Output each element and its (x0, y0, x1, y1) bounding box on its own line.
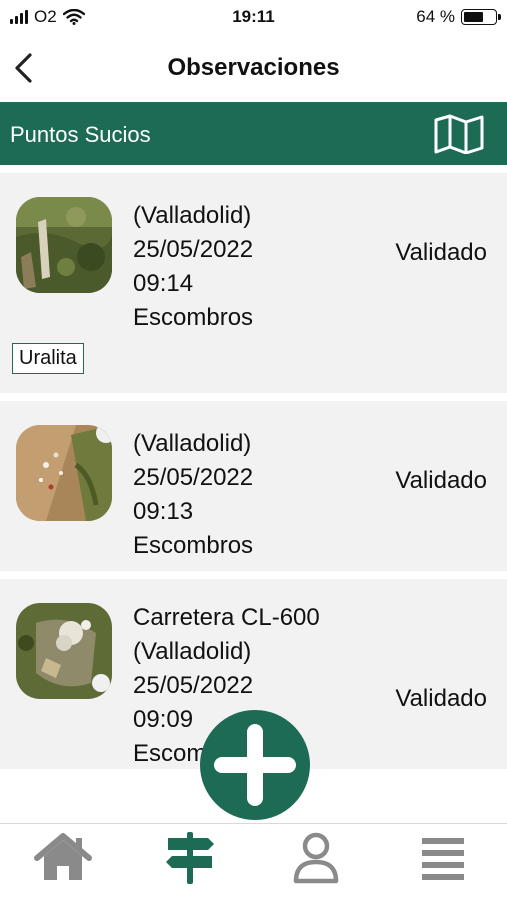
section-header: Puntos Sucios (0, 102, 507, 165)
user-icon (293, 832, 339, 884)
status-right: 64 % (416, 7, 501, 27)
observation-category: Escombros (133, 532, 254, 559)
menu-icon (422, 838, 464, 880)
observation-location: Carretera CL-600 (133, 604, 320, 631)
bottom-tab-bar (0, 823, 507, 901)
tab-home[interactable] (33, 832, 93, 884)
map-icon (434, 114, 484, 155)
observation-photo (16, 197, 112, 293)
plus-icon (214, 724, 296, 806)
observation-location: (Valladolid) (133, 430, 252, 457)
tab-observations[interactable] (160, 832, 220, 884)
observation-category: Escombros (133, 304, 254, 331)
status-label: Validado (395, 685, 487, 712)
observation-date: 25/05/2022 (133, 236, 254, 263)
status-bar: O2 19:11 64 % (0, 0, 507, 36)
status-label: Validado (395, 467, 487, 494)
add-observation-button[interactable] (200, 710, 310, 820)
nav-header: Observaciones (0, 38, 507, 100)
observation-time: 09:14 (133, 270, 194, 297)
observation-time: 09:13 (133, 498, 194, 525)
status-label: Validado (395, 239, 487, 266)
observation-date: 25/05/2022 (133, 464, 254, 491)
observation-details: (Valladolid) 25/05/2022 09:13 Escombros (133, 427, 253, 563)
observation-photo (16, 425, 112, 521)
battery-percent: 64 % (416, 7, 455, 26)
section-title: Puntos Sucios (10, 122, 151, 147)
tab-menu[interactable] (413, 832, 473, 884)
map-button[interactable] (433, 114, 485, 155)
battery-icon (461, 9, 501, 25)
observation-details: (Valladolid) 25/05/2022 09:14 Escombros (133, 199, 253, 335)
signpost-icon (166, 832, 214, 884)
observation-date: 25/05/2022 (133, 672, 254, 699)
observation-list: (Valladolid) 25/05/2022 09:14 Escombros … (0, 173, 507, 777)
observation-card[interactable]: (Valladolid) 25/05/2022 09:13 Escombros … (0, 401, 507, 571)
observation-photo (16, 603, 112, 699)
observation-province: (Valladolid) (133, 638, 252, 665)
observation-location: (Valladolid) (133, 202, 252, 229)
home-icon (34, 833, 92, 880)
observation-card[interactable]: (Valladolid) 25/05/2022 09:14 Escombros … (0, 173, 507, 393)
page-title: Observaciones (167, 54, 340, 81)
tab-profile[interactable] (286, 832, 346, 884)
tag-badge: Uralita (12, 343, 84, 374)
